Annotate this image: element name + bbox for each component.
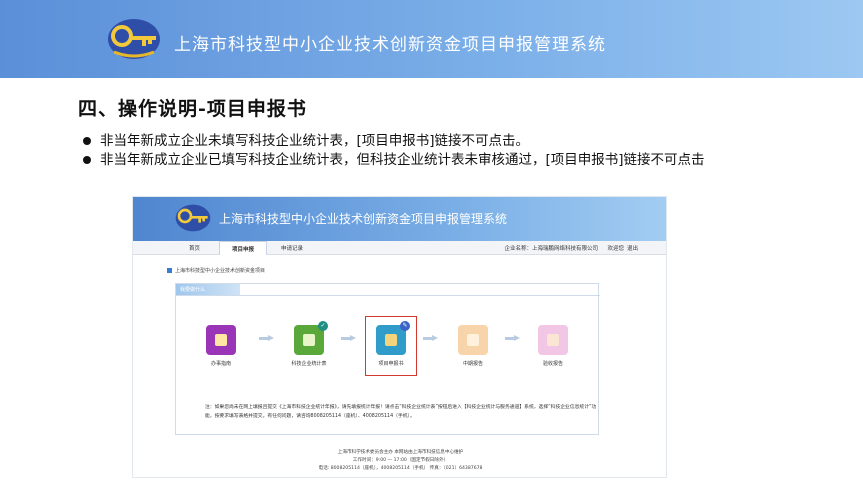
statistics-icon: ✓ bbox=[294, 321, 328, 355]
step-midterm[interactable]: 中期报告 bbox=[441, 325, 505, 367]
arrow-icon bbox=[505, 335, 520, 341]
footer-line: 工作时间：9:00 — 17:00（国定节假日除外） bbox=[352, 458, 449, 463]
arrow-icon bbox=[259, 335, 274, 341]
arrow-icon bbox=[341, 335, 356, 341]
welcome-text: 欢迎您 bbox=[607, 246, 624, 252]
application-icon: ✎ bbox=[376, 321, 410, 355]
step-label: 办事指南 bbox=[210, 361, 231, 367]
step-acceptance[interactable]: 验收报告 bbox=[521, 325, 585, 367]
bullet-list: 非当年新成立企业未填写科技企业统计表，[项目申报书]链接不可点击。 非当年新成立… bbox=[80, 132, 730, 170]
check-icon: ✓ bbox=[318, 321, 328, 331]
guide-icon bbox=[206, 325, 236, 355]
slide-header: 上海市科技型中小企业技术创新资金项目申报管理系统 bbox=[0, 0, 863, 78]
footer-line: 上海市科学技术委员会主办 本网站由上海市科技信息中心维护 bbox=[337, 450, 464, 455]
key-logo-icon bbox=[108, 19, 160, 59]
nav-records[interactable]: 申请记录 bbox=[281, 244, 303, 252]
section-heading: 四、操作说明-项目申报书 bbox=[78, 98, 307, 120]
breadcrumb-bullet-icon bbox=[167, 268, 172, 273]
step-application[interactable]: ✎ 项目申报书 bbox=[359, 321, 423, 367]
nav-bar: 首页 项目申报 申请记录 企业名称：上海瑞鹏网络科技有限公司 欢迎您 退出 bbox=[133, 241, 666, 255]
screenshot-banner: 上海市科技型中小企业技术创新资金项目申报管理系统 bbox=[133, 197, 666, 241]
logout-link[interactable]: 退出 bbox=[627, 244, 638, 252]
acceptance-icon bbox=[538, 325, 568, 355]
step-guide[interactable]: 办事指南 bbox=[189, 325, 253, 367]
bullet-item: 非当年新成立企业已填写科技企业统计表，但科技企业统计表未审核通过，[项目申报书]… bbox=[80, 151, 730, 169]
note-text: 注：如果您尚未在网上填报且提交《上海市科技企业统计年报》，请先填报统计年报！请点… bbox=[205, 405, 597, 419]
bullet-item: 非当年新成立企业未填写科技企业统计表，[项目申报书]链接不可点击。 bbox=[80, 132, 730, 150]
midterm-icon bbox=[458, 325, 488, 355]
arrow-icon bbox=[423, 335, 438, 341]
company-name: 企业名称：上海瑞鹏网络科技有限公司 bbox=[504, 246, 598, 252]
panel-tab: 我要做什么 bbox=[176, 284, 240, 295]
screenshot-title: 上海市科技型中小企业技术创新资金项目申报管理系统 bbox=[219, 212, 508, 226]
footer-line: 电话: 8008205114（座机），4008205114（手机） 传真：（02… bbox=[318, 466, 483, 471]
slide-title: 上海市科技型中小企业技术创新资金项目申报管理系统 bbox=[174, 35, 606, 55]
footer: 上海市科学技术委员会主办 本网站由上海市科技信息中心维护 工作时间：9:00 —… bbox=[133, 449, 666, 473]
nav-home[interactable]: 首页 bbox=[189, 244, 200, 252]
step-statistics[interactable]: ✓ 科技企业统计表 bbox=[277, 321, 341, 367]
step-label: 中期报告 bbox=[462, 361, 483, 367]
step-label: 科技企业统计表 bbox=[291, 361, 327, 367]
breadcrumb: 上海市科技型中小企业技术创新资金项目 bbox=[175, 268, 266, 274]
pencil-icon: ✎ bbox=[400, 321, 410, 331]
key-logo-icon bbox=[175, 204, 211, 232]
step-label: 验收报告 bbox=[542, 361, 563, 367]
nav-project[interactable]: 项目申报 bbox=[219, 241, 267, 255]
panel-divider bbox=[176, 295, 600, 296]
embedded-screenshot: 上海市科技型中小企业技术创新资金项目申报管理系统 首页 项目申报 申请记录 企业… bbox=[132, 196, 667, 478]
step-label: 项目申报书 bbox=[378, 361, 404, 367]
